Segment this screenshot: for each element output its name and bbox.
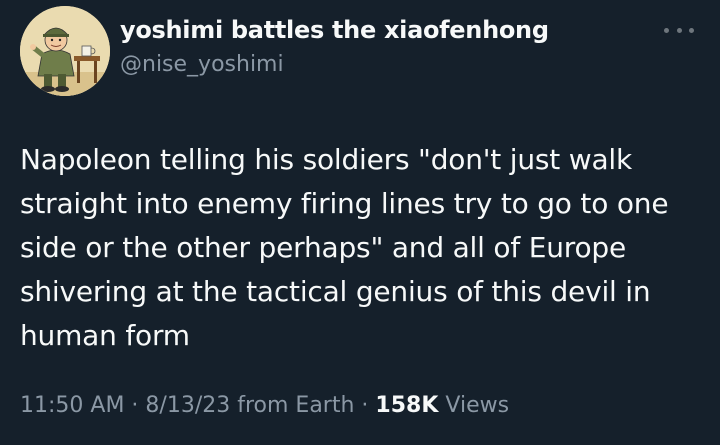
more-options-icon[interactable] <box>664 22 694 38</box>
tweet-text: Napoleon telling his soldiers "don't jus… <box>20 143 669 352</box>
tweet-source-text: from Earth <box>237 393 355 418</box>
tweet-metadata: 11:50 AM · 8/13/23 from Earth · 158K Vie… <box>20 393 509 418</box>
dot-icon <box>689 27 694 33</box>
separator: · <box>124 393 146 418</box>
dot-icon <box>676 27 682 33</box>
tweet-source: from Earth <box>230 393 354 418</box>
tweet-date[interactable]: 8/13/23 <box>145 393 230 418</box>
tweet-time[interactable]: 11:50 AM <box>20 393 124 418</box>
avatar[interactable] <box>20 6 110 96</box>
tweet-card: yoshimi battles the xiaofenhong @nise_yo… <box>0 0 720 445</box>
avatar-illustration-icon <box>20 6 110 96</box>
user-handle[interactable]: @nise_yoshimi <box>120 52 284 77</box>
views-label-text: Views <box>445 393 510 418</box>
separator: · <box>354 393 376 418</box>
views-label: Views <box>438 393 509 418</box>
display-name[interactable]: yoshimi battles the xiaofenhong <box>120 16 549 44</box>
views-count: 158K <box>375 393 439 418</box>
dot-icon <box>664 27 669 33</box>
